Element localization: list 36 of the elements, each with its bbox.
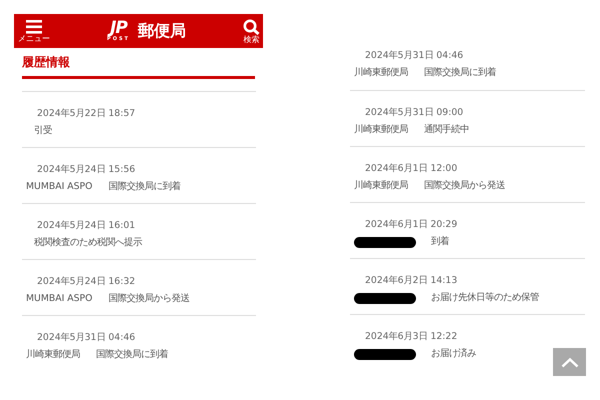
event-status: 国際交換局に到着 [424,66,496,80]
brand-name: 郵便局 [138,20,186,42]
post-office: MUMBAI ASPO [26,180,92,194]
event-datetime: 2024年5月31日 04:46 [365,49,464,63]
event-datetime: 2024年6月1日 20:29 [365,218,458,232]
event-datetime: 2024年6月3日 12:22 [365,330,458,344]
event-datetime: 2024年5月24日 15:56 [37,163,136,177]
chevron-up-icon [560,356,578,368]
event-status: 国際交換局に到着 [96,348,168,362]
event-status: 国際交換局に到着 [108,180,180,194]
post-office: 川崎東郵便局 [354,123,408,137]
event-datetime: 2024年5月31日 09:00 [365,106,464,120]
event-datetime: 2024年6月1日 12:00 [365,162,458,176]
event-status: 通関手続中 [424,123,469,137]
event-status: 引受 [34,124,52,138]
search-icon [243,18,260,34]
event-datetime: 2024年5月31日 04:46 [37,331,136,345]
event-datetime: 2024年5月24日 16:32 [37,275,136,289]
post-office: MUMBAI ASPO [26,292,92,306]
menu-icon [26,20,42,34]
post-office: 川崎東郵便局 [354,66,408,80]
menu-button[interactable]: メニュー [18,20,50,42]
post-office: 川崎東郵便局 [354,179,408,193]
event-status: お届け先休日等のため保管 [431,291,539,305]
event-datetime: 2024年5月22日 18:57 [37,107,136,121]
event-status: 国際交換局から発送 [424,179,505,193]
post-office: 川崎東郵便局 [26,348,80,362]
event-status: 到着 [431,235,449,249]
event-status: お届け済み [431,347,476,361]
search-button[interactable]: 検索 [243,18,260,44]
scroll-top-button[interactable] [553,348,586,376]
event-status: 税関検査のため税関へ提示 [34,236,142,250]
section-title: 履歴情報 [22,54,70,70]
event-datetime: 2024年5月24日 16:01 [37,219,136,233]
event-datetime: 2024年6月2日 14:13 [365,274,458,288]
event-status: 国際交換局から発送 [108,292,190,306]
